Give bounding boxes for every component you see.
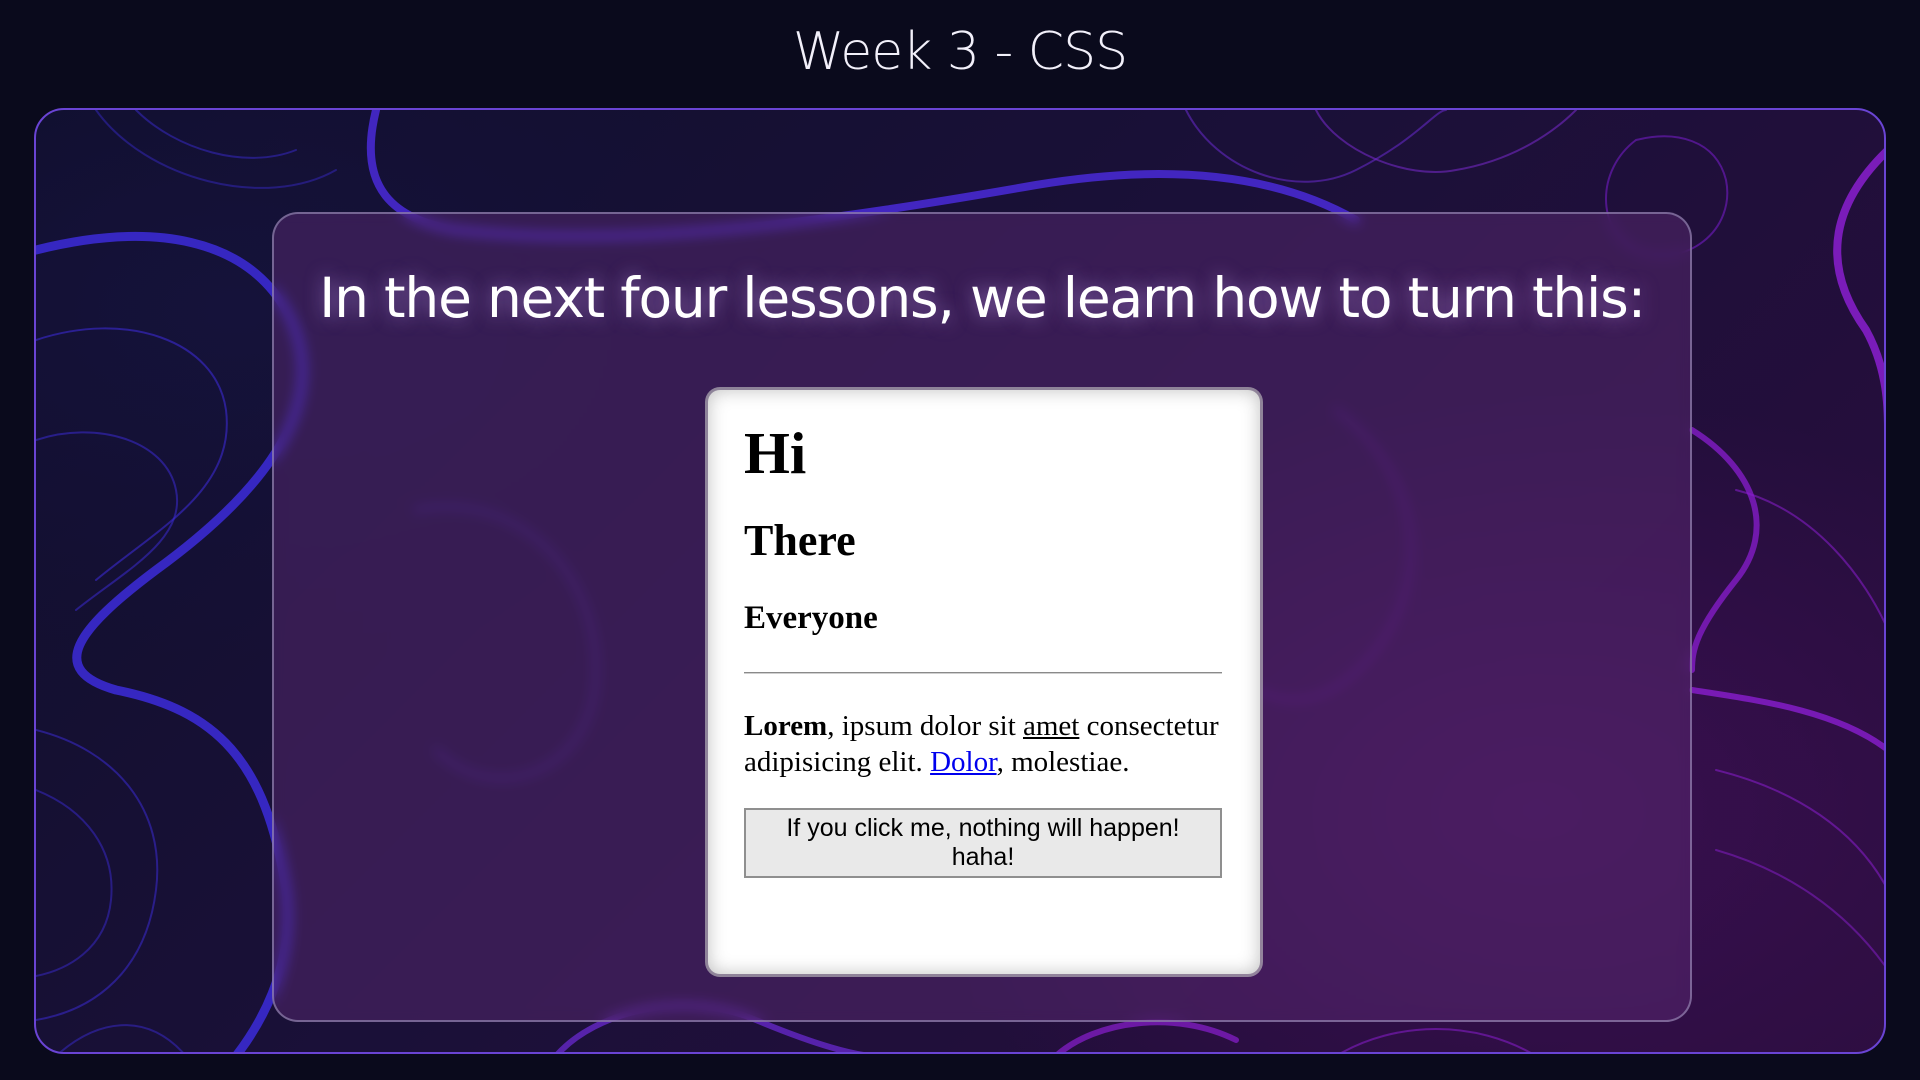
paragraph-text-1: , ipsum dolor sit bbox=[827, 710, 1023, 742]
dolor-link[interactable]: Dolor bbox=[930, 746, 997, 778]
horizontal-rule bbox=[744, 672, 1222, 674]
slide: Week 3 - CSS In the next four lessons, w… bbox=[0, 0, 1920, 1080]
slide-title: Week 3 - CSS bbox=[792, 22, 1128, 82]
demo-heading-2: There bbox=[744, 516, 856, 565]
demo-paragraph: Lorem, ipsum dolor sit amet consectetur … bbox=[744, 708, 1224, 780]
demo-heading-3: Everyone bbox=[744, 600, 878, 636]
panel-headline: In the next four lessons, we learn how t… bbox=[319, 266, 1646, 330]
content-panel: In the next four lessons, we learn how t… bbox=[272, 212, 1692, 1022]
demo-button[interactable]: If you click me, nothing will happen! ha… bbox=[744, 808, 1222, 878]
background-frame: In the next four lessons, we learn how t… bbox=[34, 108, 1886, 1054]
demo-heading-1: Hi bbox=[744, 420, 807, 486]
underlined-text: amet bbox=[1023, 710, 1080, 742]
demo-page-card: Hi There Everyone Lorem, ipsum dolor sit… bbox=[708, 390, 1260, 974]
paragraph-text-3: , molestiae. bbox=[996, 746, 1130, 778]
bold-text: Lorem bbox=[744, 710, 828, 742]
